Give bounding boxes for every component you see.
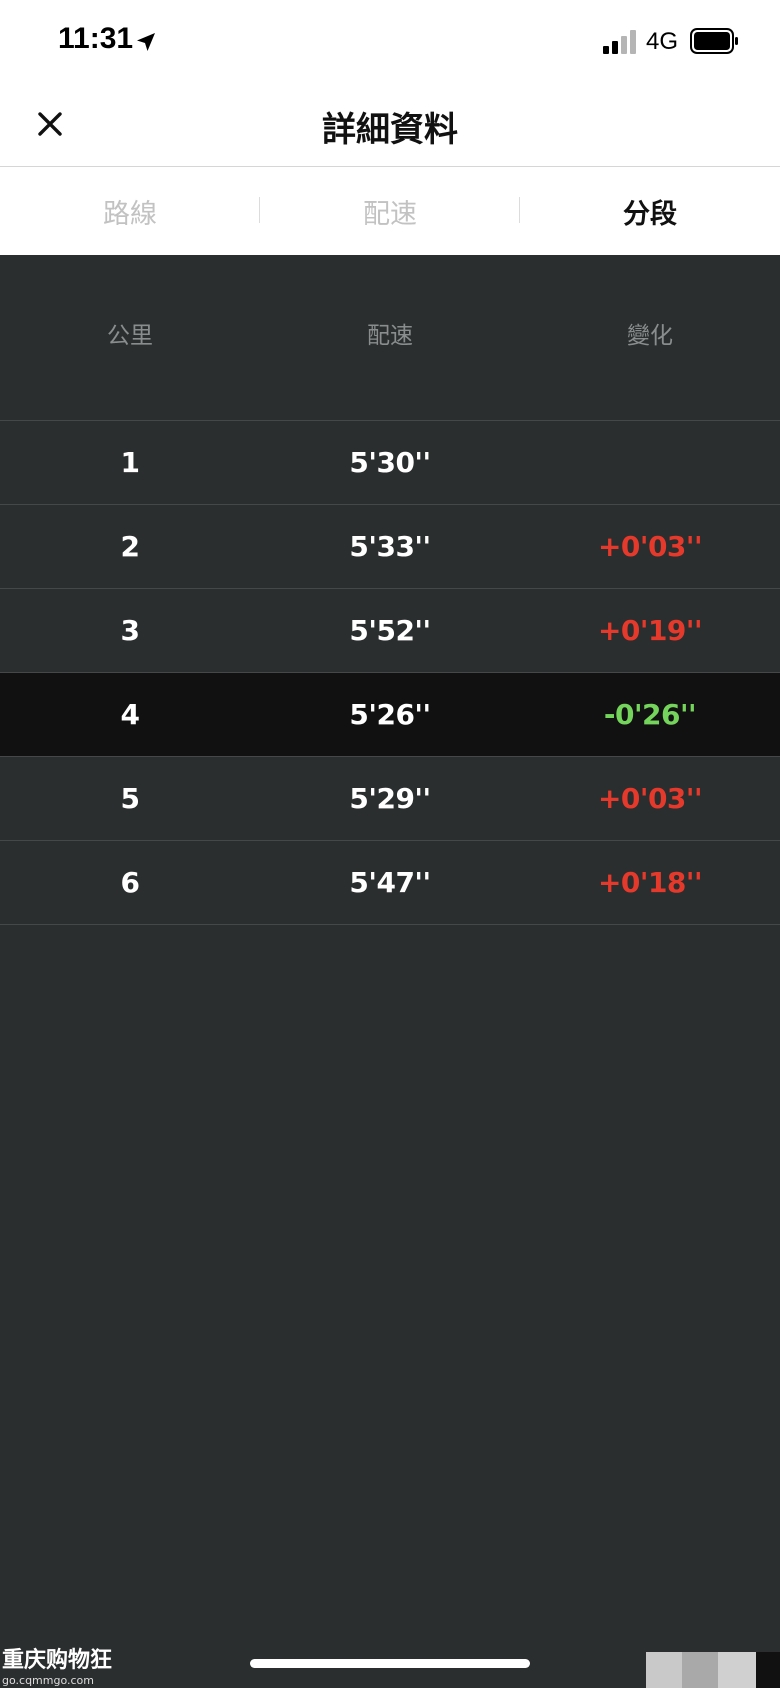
tab-label: 分段 [623, 198, 677, 230]
table-row-highlighted[interactable]: 4 5'26'' -0'26'' [0, 673, 780, 757]
network-type: 4G [646, 28, 679, 55]
tab-splits[interactable]: 分段 [520, 167, 780, 255]
km-cell: 3 [120, 614, 140, 647]
watermark-url: go.cqmmgo.com [2, 1674, 94, 1687]
tab-pace[interactable]: 配速 [260, 167, 520, 255]
pace-cell: 5'30'' [349, 446, 431, 479]
km-cell: 5 [120, 782, 140, 815]
pace-cell: 5'52'' [349, 614, 431, 647]
corner-thumbnail-edge [756, 1652, 780, 1688]
column-header-pace: 配速 [367, 322, 413, 349]
page-title: 詳細資料 [322, 110, 458, 150]
change-cell: +0'19'' [597, 614, 703, 647]
tab-label: 配速 [363, 198, 417, 230]
change-cell [520, 421, 780, 504]
watermark-logo: 重庆购物狂 [2, 1648, 113, 1673]
km-cell: 6 [120, 866, 140, 899]
km-cell: 1 [120, 446, 140, 479]
column-header-km: 公里 [107, 322, 153, 349]
status-time: 11:31 [58, 22, 134, 55]
km-cell: 2 [120, 530, 140, 563]
status-bar: 11:31 4G [0, 0, 780, 86]
home-indicator[interactable] [250, 1659, 530, 1668]
pace-cell: 5'29'' [349, 782, 431, 815]
corner-thumbnail [646, 1652, 756, 1688]
cellular-signal-icon [603, 30, 636, 54]
table-row[interactable]: 1 5'30'' [0, 421, 780, 505]
segment-tabs: 路線 配速 分段 [0, 167, 780, 255]
column-header-change: 變化 [627, 322, 673, 349]
change-cell: +0'18'' [597, 866, 703, 899]
splits-table-header: 公里 配速 變化 [0, 255, 780, 421]
change-cell: +0'03'' [597, 530, 703, 563]
location-arrow-icon [137, 33, 155, 51]
change-cell: -0'26'' [603, 698, 697, 731]
change-cell: +0'03'' [597, 782, 703, 815]
navigation-bar: 詳細資料 [0, 86, 780, 167]
splits-table: 1 5'30'' 2 5'33'' +0'03'' 3 5'52'' +0'19… [0, 421, 780, 925]
pace-cell: 5'47'' [349, 866, 431, 899]
table-row[interactable]: 6 5'47'' +0'18'' [0, 841, 780, 925]
tab-label: 路線 [103, 198, 157, 230]
pace-cell: 5'26'' [349, 698, 431, 731]
table-row[interactable]: 2 5'33'' +0'03'' [0, 505, 780, 589]
battery-icon [690, 28, 738, 54]
pace-cell: 5'33'' [349, 530, 431, 563]
km-cell: 4 [120, 698, 140, 731]
table-row[interactable]: 3 5'52'' +0'19'' [0, 589, 780, 673]
tab-route[interactable]: 路線 [0, 167, 260, 255]
table-row[interactable]: 5 5'29'' +0'03'' [0, 757, 780, 841]
